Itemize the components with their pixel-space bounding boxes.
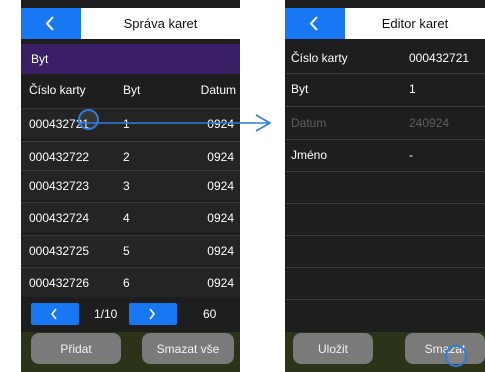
arrow-right-icon xyxy=(78,114,272,132)
